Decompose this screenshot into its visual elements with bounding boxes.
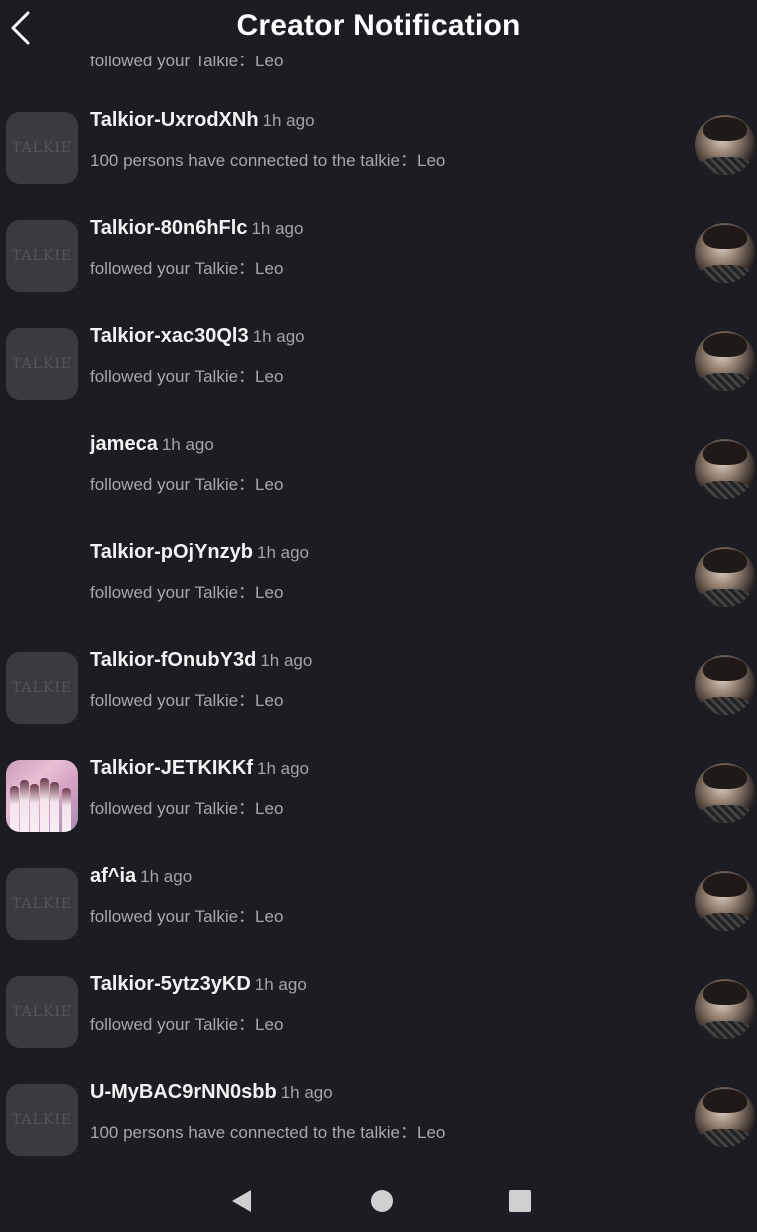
notification-message: followed your Talkie：Leo (90, 259, 284, 278)
avatar (6, 544, 78, 616)
timestamp: 1h ago (252, 327, 305, 346)
list-item[interactable]: TALKIE U-MyBAC9rNN0sbb 1h ago 100 persons h… (0, 1065, 757, 1173)
notification-message: followed your Talkie：Leo (90, 583, 284, 602)
username[interactable]: Talkior-UxrodXNh (90, 109, 259, 131)
talkie-thumbnail[interactable] (695, 331, 755, 391)
talkie-thumbnail[interactable] (695, 439, 755, 499)
name-line: Talkior-JETKIKKf 1h ago (90, 757, 309, 780)
notification-message: 100 persons have connected to the talkie… (90, 1123, 446, 1142)
list-item[interactable]: jameca 1h ago followed your Talkie：Leo (0, 417, 757, 525)
talkie-logo: TALKIE (11, 1004, 73, 1020)
list-item[interactable]: TALKIE Talkior-UxrodXNh 1h ago 100 persons … (0, 93, 757, 201)
timestamp: 1h ago (251, 219, 304, 238)
username[interactable]: Talkior-80n6hFlc (90, 217, 247, 239)
avatar[interactable]: TALKIE (6, 1084, 78, 1156)
name-line: Talkior-xac30Ql3 1h ago (90, 325, 305, 348)
timestamp: 1h ago (260, 651, 313, 670)
timestamp: 1h ago (254, 975, 307, 994)
talkie-thumbnail[interactable] (695, 655, 755, 715)
talkie-thumbnail[interactable] (695, 223, 755, 283)
talkie-thumbnail[interactable] (695, 763, 755, 823)
timestamp: 1h ago (256, 543, 309, 562)
avatar[interactable]: TALKIE (6, 868, 78, 940)
list-item[interactable]: Talkior-JETKIKKf 1h ago followed your Talk… (0, 741, 757, 849)
name-line: jameca 1h ago (90, 433, 214, 456)
list-item[interactable]: TALKIE Talkior-80n6hFlc 1h ago followed you… (0, 201, 757, 309)
username[interactable]: Talkior-pOjYnzyb (90, 541, 253, 563)
notification-message: followed your Talkie：Leo (90, 475, 284, 494)
timestamp: 1h ago (262, 111, 315, 130)
timestamp: 1h ago (161, 435, 214, 454)
name-line: Talkior-UxrodXNh 1h ago (90, 109, 315, 132)
notification-message: followed your Talkie：Leo (90, 1015, 284, 1034)
username[interactable]: af^ia (90, 865, 136, 887)
nav-recents-button[interactable] (505, 1186, 535, 1216)
list-item[interactable]: TALKIE Talkior-xac30Ql3 1h ago followed you… (0, 309, 757, 417)
username[interactable]: jameca (90, 433, 158, 455)
talkie-logo: TALKIE (11, 1112, 73, 1128)
notification-message: followed your Talkie：Leo (90, 799, 284, 818)
talkie-thumbnail[interactable] (695, 979, 755, 1039)
avatar[interactable] (6, 760, 78, 832)
talkie-thumbnail[interactable] (695, 115, 755, 175)
list-item[interactable]: TALKIE Talkior-fOnubY3d 1h ago followed you… (0, 633, 757, 741)
list-item[interactable]: TALKIE af^ia 1h ago followed your Talkie：Le… (0, 849, 757, 957)
notification-message: followed your Talkie：Leo (90, 907, 284, 926)
recents-square-icon (509, 1190, 531, 1212)
talkie-logo: TALKIE (11, 680, 73, 696)
talkie-thumbnail[interactable] (695, 1087, 755, 1147)
timestamp: 1h ago (256, 759, 309, 778)
talkie-logo: TALKIE (11, 356, 73, 372)
avatar[interactable]: TALKIE (6, 652, 78, 724)
name-line: Talkior-5ytz3yKD 1h ago (90, 973, 307, 996)
notification-message: followed your Talkie：Leo (90, 367, 284, 386)
name-line: U-MyBAC9rNN0sbb 1h ago (90, 1081, 333, 1104)
system-nav-bar (0, 1168, 757, 1232)
nav-back-button[interactable] (226, 1186, 256, 1216)
name-line: Talkior-fOnubY3d 1h ago (90, 649, 312, 672)
timestamp: 1h ago (140, 867, 193, 886)
avatar[interactable]: TALKIE (6, 220, 78, 292)
timestamp: 1h ago (280, 1083, 333, 1102)
talkie-thumbnail[interactable] (695, 871, 755, 931)
name-line: af^ia 1h ago (90, 865, 192, 888)
notification-screen: TALKIE followed your Talkie：Leo TALKIE Ta… (0, 0, 757, 1232)
avatar[interactable]: TALKIE (6, 328, 78, 400)
nav-home-button[interactable] (367, 1186, 397, 1216)
avatar (6, 436, 78, 508)
list-item[interactable]: Talkior-pOjYnzyb 1h ago followed your Talk… (0, 525, 757, 633)
username[interactable]: Talkior-5ytz3yKD (90, 973, 251, 995)
talkie-logo: TALKIE (11, 140, 73, 156)
list-item[interactable]: TALKIE Talkior-5ytz3yKD 1h ago followed you… (0, 957, 757, 1065)
username[interactable]: U-MyBAC9rNN0sbb (90, 1081, 277, 1103)
avatar[interactable]: TALKIE (6, 112, 78, 184)
app-header: Creator Notification (0, 0, 757, 56)
username[interactable]: Talkior-fOnubY3d (90, 649, 256, 671)
talkie-logo: TALKIE (11, 896, 73, 912)
page-title: Creator Notification (236, 9, 521, 42)
home-circle-icon (371, 1190, 393, 1212)
talkie-thumbnail[interactable] (695, 547, 755, 607)
username[interactable]: Talkior-JETKIKKf (90, 757, 253, 779)
avatar[interactable]: TALKIE (6, 976, 78, 1048)
notification-message: 100 persons have connected to the talkie… (90, 151, 446, 170)
talkie-logo: TALKIE (11, 248, 73, 264)
name-line: Talkior-pOjYnzyb 1h ago (90, 541, 309, 564)
name-line: Talkior-80n6hFlc 1h ago (90, 217, 303, 240)
back-triangle-icon (232, 1190, 251, 1212)
notification-message: followed your Talkie：Leo (90, 691, 284, 710)
username[interactable]: Talkior-xac30Ql3 (90, 325, 249, 347)
